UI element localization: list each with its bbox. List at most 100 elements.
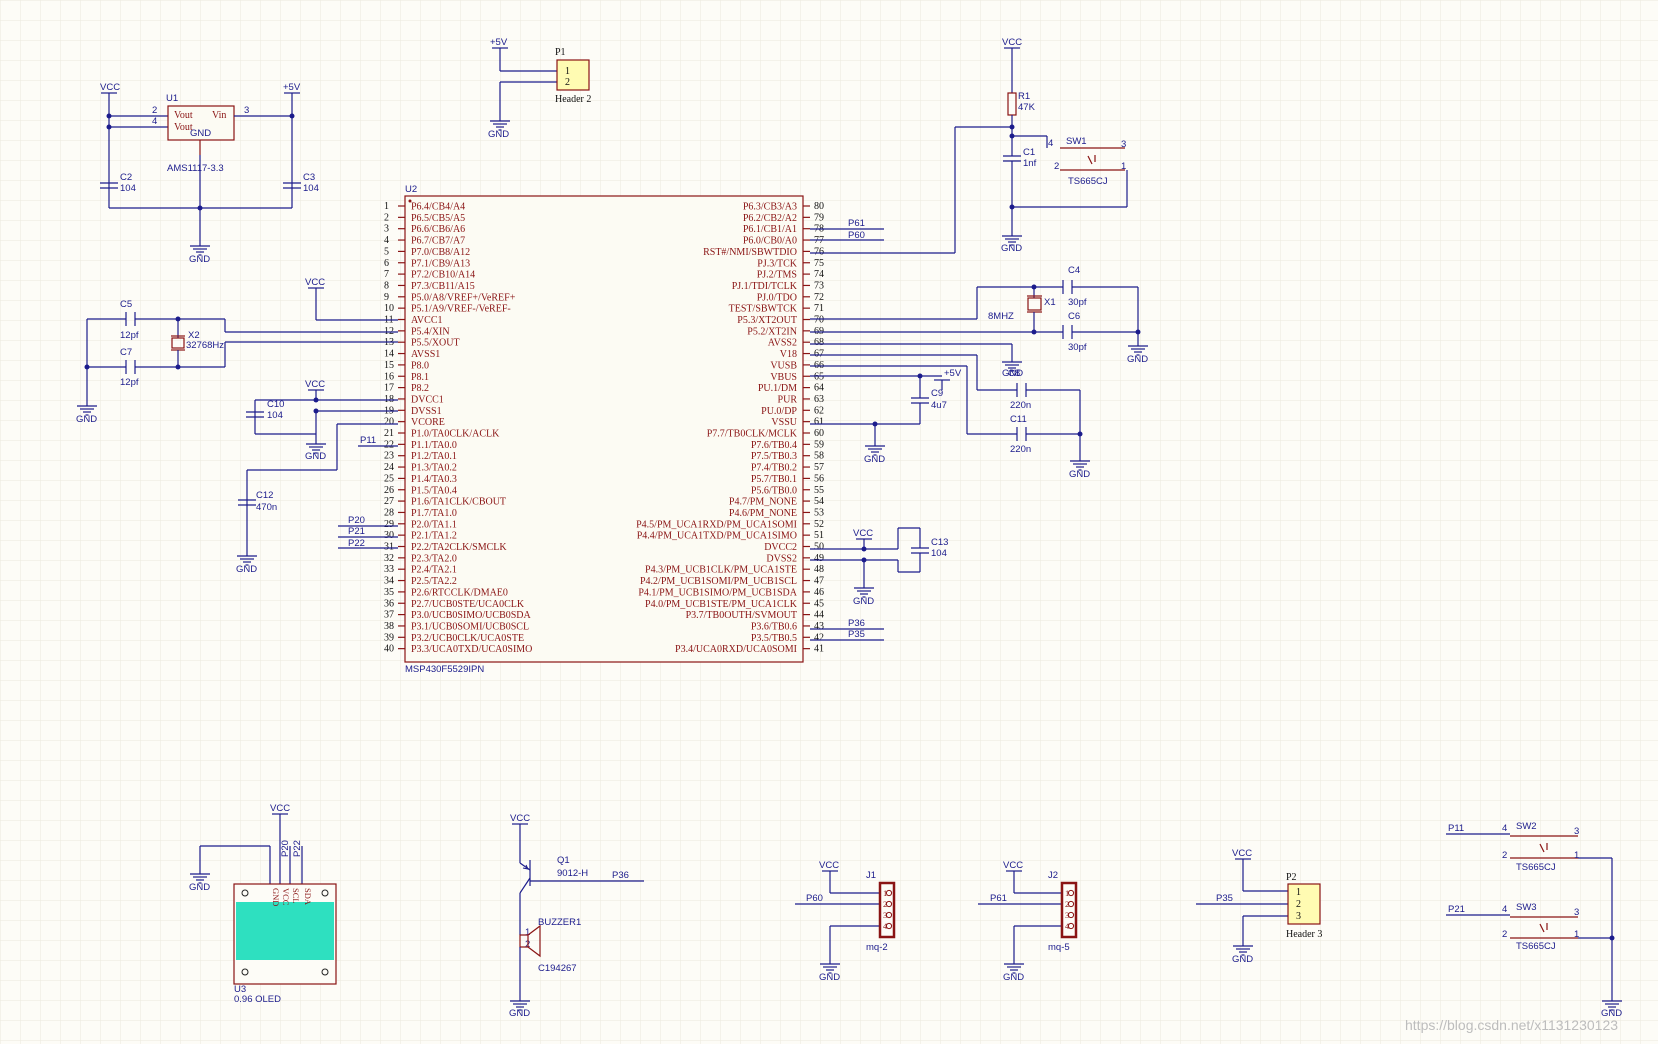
svg-text:12pf: 12pf: [120, 377, 139, 388]
mcu-left-pin-label: P8.0: [411, 360, 429, 371]
svg-text:220n: 220n: [1010, 400, 1031, 411]
connector-pin-number: 2: [883, 899, 887, 909]
mcu-right-pin-number: 52: [814, 519, 824, 530]
mcu-right-pin-label: RST#/NMI/SBWTDIO: [703, 247, 797, 258]
connector-pin-number: 1: [1065, 888, 1069, 898]
svg-text:32768Hz: 32768Hz: [186, 340, 224, 351]
mcu-left-pin-label: P8.2: [411, 383, 429, 394]
mcu-left-pin-label: P3.3/UCA0TXD/UCA0SIMO: [411, 644, 532, 655]
mcu-right-pin-number: 70: [814, 315, 824, 326]
svg-text:2: 2: [1502, 929, 1507, 940]
svg-text:220n: 220n: [1010, 444, 1031, 455]
mcu-right-pin-label: P6.3/CB3/A3: [743, 202, 797, 213]
mcu-left-pin-number: 9: [384, 292, 389, 303]
svg-text:104: 104: [303, 183, 319, 194]
svg-text:GND: GND: [76, 414, 97, 425]
mcu-left-pin-number: 38: [384, 621, 394, 632]
mcu-left-pin-number: 26: [384, 485, 394, 496]
svg-text:VCC: VCC: [1003, 860, 1023, 871]
svg-text:470n: 470n: [256, 502, 277, 513]
mcu-left-pin-number: 12: [384, 326, 394, 337]
mcu-right-pin-label: P6.1/CB1/A1: [743, 224, 797, 235]
mcu-right-pin-label: DVSS2: [766, 553, 797, 564]
net-label-p60-j1: P60: [806, 893, 823, 904]
mcu-right-pin-label: P4.4/PM_UCA1TXD/PM_UCA1SIMO: [637, 531, 797, 542]
mcu-right-pin-number: 73: [814, 280, 824, 291]
mcu-left-pin-number: 34: [384, 576, 394, 587]
mcu-left-pin-number: 3: [384, 224, 389, 235]
mcu-left-pin-number: 6: [384, 258, 389, 269]
mcu-left-pin-label: P1.3/TA0.2: [411, 463, 457, 474]
j2-designator: J2: [1048, 870, 1058, 881]
mcu-right-pin-number: 43: [814, 621, 824, 632]
svg-text:GND: GND: [1001, 243, 1022, 254]
net-label-p36-buzzer: P36: [612, 870, 629, 881]
mcu-left-pin-label: P3.0/UCB0SIMO/UCB0SDA: [411, 610, 532, 621]
mcu-left-pin-label: P6.4/CB4/A4: [411, 202, 465, 213]
mcu-left-pin-label: P8.1: [411, 372, 429, 383]
mcu-right-pin-number: 44: [814, 610, 824, 621]
svg-text:2: 2: [565, 77, 570, 88]
mcu-left-pin-label: P2.5/TA2.2: [411, 576, 457, 587]
mcu-right-pin-label: P5.7/TB0.1: [751, 474, 797, 485]
mcu-left-pin-number: 15: [384, 360, 394, 371]
mcu-left-pin-number: 33: [384, 564, 394, 575]
mcu-right-pin-number: 42: [814, 632, 824, 643]
connector-pin-number: 1: [883, 888, 887, 898]
net-label-p35: P35: [848, 629, 865, 640]
c5-designator: C5: [120, 299, 132, 310]
mcu-left-pin-number: 17: [384, 383, 394, 394]
svg-text:3: 3: [244, 105, 249, 116]
svg-text:+5V: +5V: [944, 368, 962, 379]
svg-text:GND: GND: [1127, 354, 1148, 365]
mcu-left-pin-label: P2.7/UCB0STE/UCA0CLK: [411, 599, 525, 610]
mcu-right-pin-label: P6.2/CB2/A2: [743, 213, 797, 224]
mcu-right-pin-number: 67: [814, 349, 824, 360]
svg-text:GND: GND: [1003, 972, 1024, 983]
connector-pin-number: 3: [883, 910, 887, 920]
sw2-part: TS665CJ: [1516, 862, 1556, 873]
svg-text:1nf: 1nf: [1023, 158, 1037, 169]
mcu-right-pin-label: P7.4/TB0.2: [751, 463, 797, 474]
c1-designator: C1: [1023, 147, 1035, 158]
mcu-left-pin-label: P5.0/A8/VREF+/VeREF+: [411, 292, 516, 303]
u1-designator: U1: [166, 93, 178, 104]
svg-text:2: 2: [1054, 161, 1059, 172]
svg-text:9012-H: 9012-H: [557, 868, 588, 879]
sw3-part: TS665CJ: [1516, 941, 1556, 952]
gnd-label: GND: [189, 254, 210, 265]
mcu-left-pin-label: P2.2/TA2CLK/SMCLK: [411, 542, 507, 553]
mcu-designator: U2: [405, 184, 417, 195]
mcu-right-pin-number: 41: [814, 644, 824, 655]
net-label-p11: P11: [360, 435, 376, 446]
mcu-right-pin-label: P7.7/TB0CLK/MCLK: [707, 429, 798, 440]
mcu-right-pin-number: 54: [814, 496, 824, 507]
mcu-left-pin-label: DVCC1: [411, 394, 444, 405]
svg-text:30pf: 30pf: [1068, 297, 1087, 308]
svg-text:GND: GND: [305, 451, 326, 462]
mcu-right-pin-number: 58: [814, 451, 824, 462]
net-label-p36: P36: [848, 618, 865, 629]
svg-text:VCC: VCC: [281, 888, 291, 906]
mcu-left-pin-label: P6.5/CB5/A5: [411, 213, 465, 224]
mcu-right-pin-label: TEST/SBWTCK: [729, 304, 798, 315]
mcu-u2[interactable]: U2 1 P6.4/CB4/A4 2 P6.5/CB5/A5 3 P6.6/CB6/A6 4…: [384, 184, 824, 675]
mcu-left-pin-label: P5.4/XIN: [411, 326, 450, 337]
mcu-left-pin-number: 30: [384, 530, 394, 541]
mcu-right-pin-label: P6.0/CB0/A0: [743, 236, 797, 247]
j1-designator: J1: [866, 870, 876, 881]
q1-designator: Q1: [557, 855, 570, 866]
mcu-left-pin-number: 21: [384, 428, 394, 439]
mcu-left-pin-number: 39: [384, 632, 394, 643]
r1-designator: R1: [1018, 91, 1030, 102]
svg-text:3: 3: [1574, 826, 1579, 837]
svg-text:104: 104: [931, 548, 947, 559]
vcc-label: VCC: [100, 82, 120, 93]
c12-designator: C12: [256, 490, 273, 501]
svg-text:Vin: Vin: [212, 110, 226, 121]
mcu-right-pin-label: P4.6/PM_NONE: [729, 508, 797, 519]
svg-text:VCC: VCC: [270, 803, 290, 814]
mcu-right-pin-number: 61: [814, 417, 824, 428]
svg-text:VCC: VCC: [305, 277, 325, 288]
p1-body: [556, 59, 590, 91]
